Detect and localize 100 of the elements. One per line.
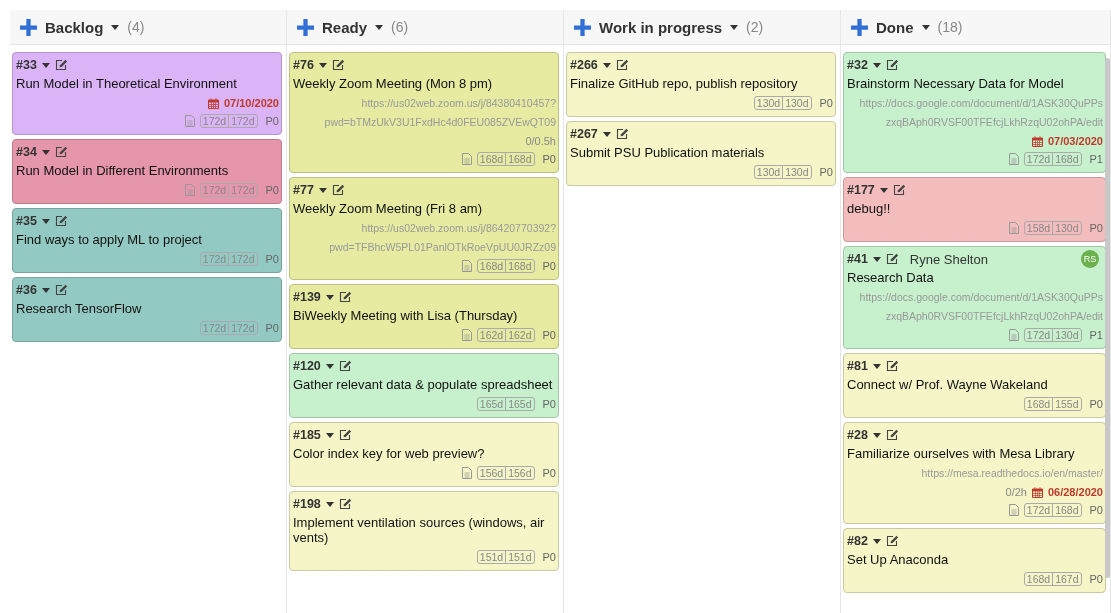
- caret-icon[interactable]: [879, 187, 888, 193]
- card-count: (6): [391, 19, 409, 35]
- task-card[interactable]: #267 Submit PSU Publication materials 130d 130d P0: [566, 121, 836, 186]
- task-number[interactable]: #77: [293, 183, 314, 197]
- task-card[interactable]: #28 Familiarize ourselves with Mesa Library https://mesa.readthedocs.io/en/master/ 0/2h 06/28/2020 172d 168d P0: [843, 422, 1106, 524]
- task-card[interactable]: #33 Run Model in Theoretical Environment 07/10/2020 172d 172d P0: [12, 52, 282, 135]
- task-number[interactable]: #266: [570, 58, 598, 72]
- task-card[interactable]: #266 Finalize GitHub repo, publish repository 130d 130d P0: [566, 52, 836, 117]
- task-number[interactable]: #267: [570, 127, 598, 141]
- edit-icon[interactable]: [892, 184, 906, 196]
- task-card[interactable]: #41 Ryne Shelton RS Research Data https://docs.google.com/document/d/1ASK30QuPPs zxqBAph0RVSF00TFEfcjLkhRzqU02ohPA/edit 172d 130d P1: [843, 246, 1106, 349]
- age-badge: 156d 156d: [476, 466, 535, 480]
- task-number[interactable]: #35: [16, 214, 37, 228]
- task-number[interactable]: #32: [847, 58, 868, 72]
- scrollbar[interactable]: [1105, 58, 1110, 578]
- edit-icon[interactable]: [338, 429, 352, 441]
- edit-icon[interactable]: [338, 498, 352, 510]
- caret-icon[interactable]: [872, 538, 881, 544]
- edit-icon[interactable]: [331, 59, 345, 71]
- caret-icon[interactable]: [41, 149, 50, 155]
- caret-icon[interactable]: [872, 363, 881, 369]
- edit-icon[interactable]: [331, 184, 345, 196]
- caret-icon[interactable]: [41, 218, 50, 224]
- task-number[interactable]: #177: [847, 183, 875, 197]
- caret-icon[interactable]: [111, 24, 120, 30]
- edit-icon[interactable]: [885, 429, 899, 441]
- task-card[interactable]: #36 Research TensorFlow 172d 172d P0: [12, 277, 282, 342]
- edit-icon[interactable]: [615, 128, 629, 140]
- task-card[interactable]: #120 Gather relevant data & populate spreadsheet 165d 165d P0: [289, 353, 559, 418]
- caret-icon[interactable]: [325, 501, 334, 507]
- task-number[interactable]: #185: [293, 428, 321, 442]
- task-number[interactable]: #120: [293, 359, 321, 373]
- task-number[interactable]: #34: [16, 145, 37, 159]
- edit-icon[interactable]: [885, 360, 899, 372]
- edit-icon[interactable]: [54, 215, 68, 227]
- task-number[interactable]: #82: [847, 534, 868, 548]
- caret-icon[interactable]: [872, 432, 881, 438]
- task-card[interactable]: #32 Brainstorm Necessary Data for Model https://docs.google.com/document/d/1ASK30QuPPs zxqBAph0RVSF00TFEfcjLkhRzqU02ohPA/edit 07/03/2020 172d 168d P1: [843, 52, 1106, 173]
- age-badge: 130d 130d: [753, 165, 812, 179]
- task-card[interactable]: #76 Weekly Zoom Meeting (Mon 8 pm) https://us02web.zoom.us/j/84380410457? pwd=bTMzUkV3U1FxdHc4d0FEU085ZVEwQT09 0/0.5h 168d 168d P0: [289, 52, 559, 173]
- edit-icon[interactable]: [338, 291, 352, 303]
- task-number[interactable]: #198: [293, 497, 321, 511]
- column-title[interactable]: Ready: [322, 18, 368, 36]
- task-number[interactable]: #139: [293, 290, 321, 304]
- caret-icon[interactable]: [921, 24, 930, 30]
- priority-label: P0: [265, 322, 279, 334]
- task-card[interactable]: #35 Find ways to apply ML to project 172d 172d P0: [12, 208, 282, 273]
- edit-icon[interactable]: [338, 360, 352, 372]
- task-card[interactable]: #177 debug!! 158d 130d P0: [843, 177, 1106, 242]
- caret-icon[interactable]: [325, 294, 334, 300]
- caret-icon[interactable]: [318, 62, 327, 68]
- caret-icon[interactable]: [602, 131, 611, 137]
- add-icon[interactable]: [20, 18, 37, 36]
- column-title[interactable]: Done: [876, 18, 914, 36]
- caret-icon[interactable]: [730, 24, 739, 30]
- card-count: (18): [937, 19, 963, 35]
- edit-icon[interactable]: [54, 59, 68, 71]
- priority-label: P0: [1089, 573, 1103, 585]
- age-badge: 172d 172d: [199, 252, 258, 266]
- avatar: RS: [1081, 250, 1099, 268]
- task-number[interactable]: #28: [847, 428, 868, 442]
- column-title[interactable]: Backlog: [45, 18, 104, 36]
- caret-icon[interactable]: [325, 432, 334, 438]
- edit-icon[interactable]: [885, 535, 899, 547]
- task-card[interactable]: #139 BiWeekly Meeting with Lisa (Thursday) 162d 162d P0: [289, 284, 559, 349]
- task-card[interactable]: #82 Set Up Anaconda 168d 167d P0: [843, 528, 1106, 593]
- column-title[interactable]: Work in progress: [599, 18, 723, 36]
- task-title: Finalize GitHub repo, publish repository: [570, 76, 799, 91]
- task-card[interactable]: #198 Implement ventilation sources (windows, air vents) 151d 151d P0: [289, 491, 559, 571]
- task-number[interactable]: #33: [16, 58, 37, 72]
- task-card[interactable]: #77 Weekly Zoom Meeting (Fri 8 am) https://us02web.zoom.us/j/86420770392? pwd=TFBhcW5PL01PanlOTkRoeVpUU0JRZz09 168d 168d P0: [289, 177, 559, 280]
- edit-icon[interactable]: [54, 146, 68, 158]
- caret-icon[interactable]: [872, 62, 881, 68]
- age-badge: 158d 130d: [1023, 221, 1082, 235]
- task-number[interactable]: #81: [847, 359, 868, 373]
- priority-label: P0: [265, 184, 279, 196]
- edit-icon[interactable]: [615, 59, 629, 71]
- add-icon[interactable]: [297, 18, 314, 36]
- caret-icon[interactable]: [602, 62, 611, 68]
- task-card[interactable]: #185 Color index key for web preview? 156d 156d P0: [289, 422, 559, 487]
- task-title: Weekly Zoom Meeting (Mon 8 pm): [293, 76, 494, 91]
- task-card[interactable]: #81 Connect w/ Prof. Wayne Wakeland 168d 155d P0: [843, 353, 1106, 418]
- add-icon[interactable]: [574, 18, 591, 36]
- task-card[interactable]: #34 Run Model in Different Environments 172d 172d P0: [12, 139, 282, 204]
- caret-icon[interactable]: [41, 287, 50, 293]
- edit-icon[interactable]: [54, 284, 68, 296]
- task-number[interactable]: #41: [847, 252, 868, 266]
- add-icon[interactable]: [851, 18, 868, 36]
- task-title: Run Model in Theoretical Environment: [16, 76, 238, 91]
- edit-icon[interactable]: [885, 253, 899, 265]
- caret-icon[interactable]: [872, 256, 881, 262]
- priority-label: P0: [1089, 222, 1103, 234]
- task-number[interactable]: #76: [293, 58, 314, 72]
- caret-icon[interactable]: [325, 363, 334, 369]
- task-number[interactable]: #36: [16, 283, 37, 297]
- caret-icon[interactable]: [318, 187, 327, 193]
- caret-icon[interactable]: [41, 62, 50, 68]
- edit-icon[interactable]: [885, 59, 899, 71]
- caret-icon[interactable]: [375, 24, 384, 30]
- task-title: Find ways to apply ML to project: [16, 232, 203, 247]
